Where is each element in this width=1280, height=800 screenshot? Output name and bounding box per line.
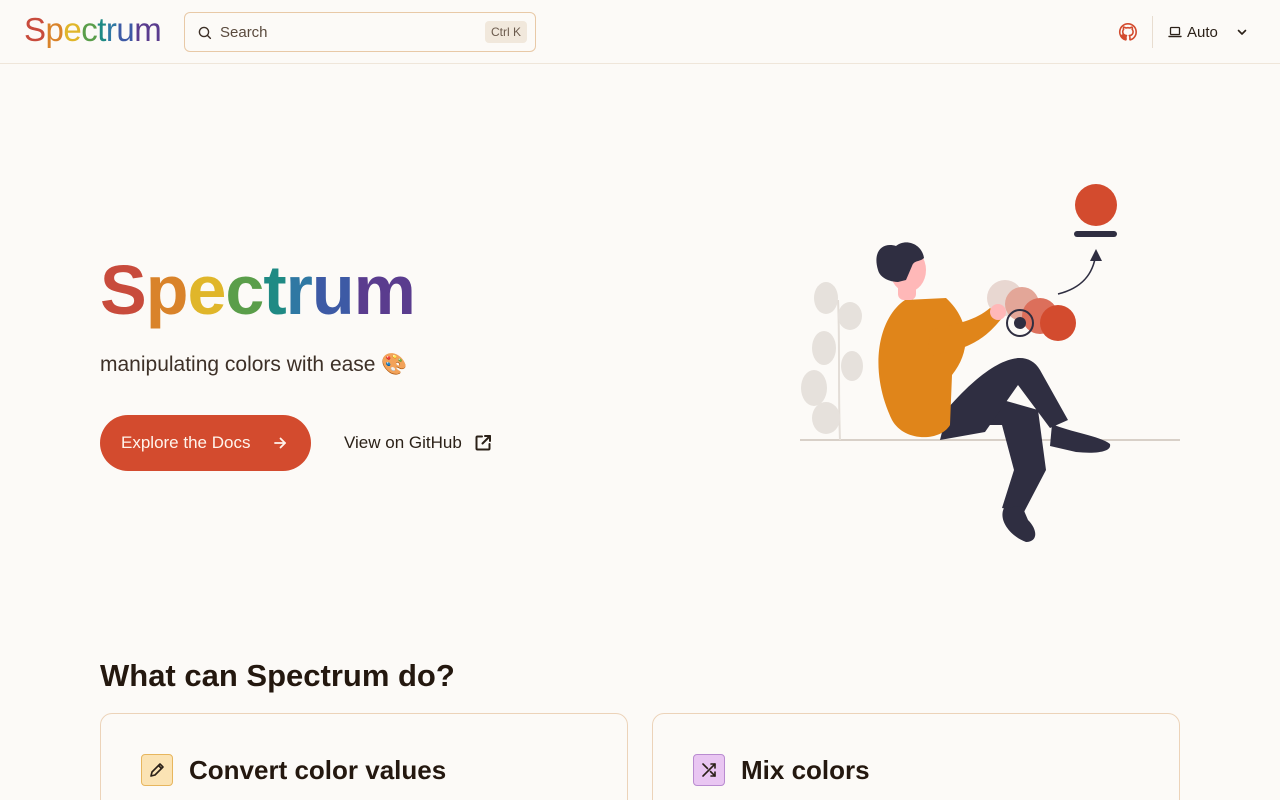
logo-letter: p bbox=[45, 11, 64, 48]
theme-selector[interactable]: Auto bbox=[1168, 20, 1248, 44]
header-divider bbox=[1152, 16, 1153, 48]
theme-label: Auto bbox=[1187, 23, 1218, 41]
explore-docs-button[interactable]: Explore the Docs bbox=[100, 415, 311, 471]
view-github-label: View on GitHub bbox=[344, 433, 462, 452]
hero-title-letter: e bbox=[187, 251, 226, 329]
top-navbar: Spectrum Search Ctrl K Auto bbox=[0, 0, 1280, 64]
hero-title: Spectrum bbox=[100, 250, 416, 330]
shuffle-icon bbox=[693, 754, 725, 786]
explore-docs-label: Explore the Docs bbox=[121, 433, 251, 452]
feature-card-title: Convert color values bbox=[189, 755, 447, 785]
search-icon bbox=[198, 26, 212, 40]
logo-letter: t bbox=[97, 11, 106, 48]
hero-title-letter: S bbox=[100, 251, 147, 329]
pencil-icon bbox=[141, 754, 173, 786]
logo[interactable]: Spectrum bbox=[24, 10, 162, 50]
search-button[interactable]: Search Ctrl K bbox=[184, 12, 536, 52]
hero-title-letter: u bbox=[311, 251, 355, 329]
hero-title-letter: c bbox=[225, 251, 264, 329]
search-shortcut-badge: Ctrl K bbox=[485, 21, 527, 43]
chevron-down-icon bbox=[1237, 29, 1247, 35]
logo-letter: r bbox=[105, 11, 117, 48]
feature-card-convert[interactable]: Convert color values bbox=[100, 713, 628, 800]
laptop-icon bbox=[1168, 26, 1182, 38]
logo-letter: m bbox=[134, 11, 162, 48]
hero-title-letter: r bbox=[285, 251, 313, 329]
logo-letter: S bbox=[24, 11, 46, 48]
plant-illustration bbox=[801, 282, 863, 441]
logo-letter: u bbox=[116, 11, 135, 48]
view-github-button[interactable]: View on GitHub bbox=[344, 430, 493, 456]
hero-tagline: manipulating colors with ease 🎨 bbox=[100, 353, 408, 376]
external-link-icon bbox=[475, 435, 491, 451]
feature-card-mix[interactable]: Mix colors bbox=[652, 713, 1180, 800]
github-icon[interactable] bbox=[1118, 22, 1138, 42]
arrow-right-icon bbox=[274, 437, 286, 449]
hero-illustration bbox=[800, 184, 1180, 542]
logo-letter: c bbox=[81, 11, 98, 48]
hero-title-letter: p bbox=[145, 251, 189, 329]
hero-title-letter: t bbox=[263, 251, 286, 329]
features-heading: What can Spectrum do? bbox=[100, 658, 455, 693]
hero-title-letter: m bbox=[353, 251, 416, 329]
feature-card-title: Mix colors bbox=[741, 755, 870, 785]
search-placeholder: Search bbox=[220, 24, 268, 41]
logo-letter: e bbox=[63, 11, 82, 48]
